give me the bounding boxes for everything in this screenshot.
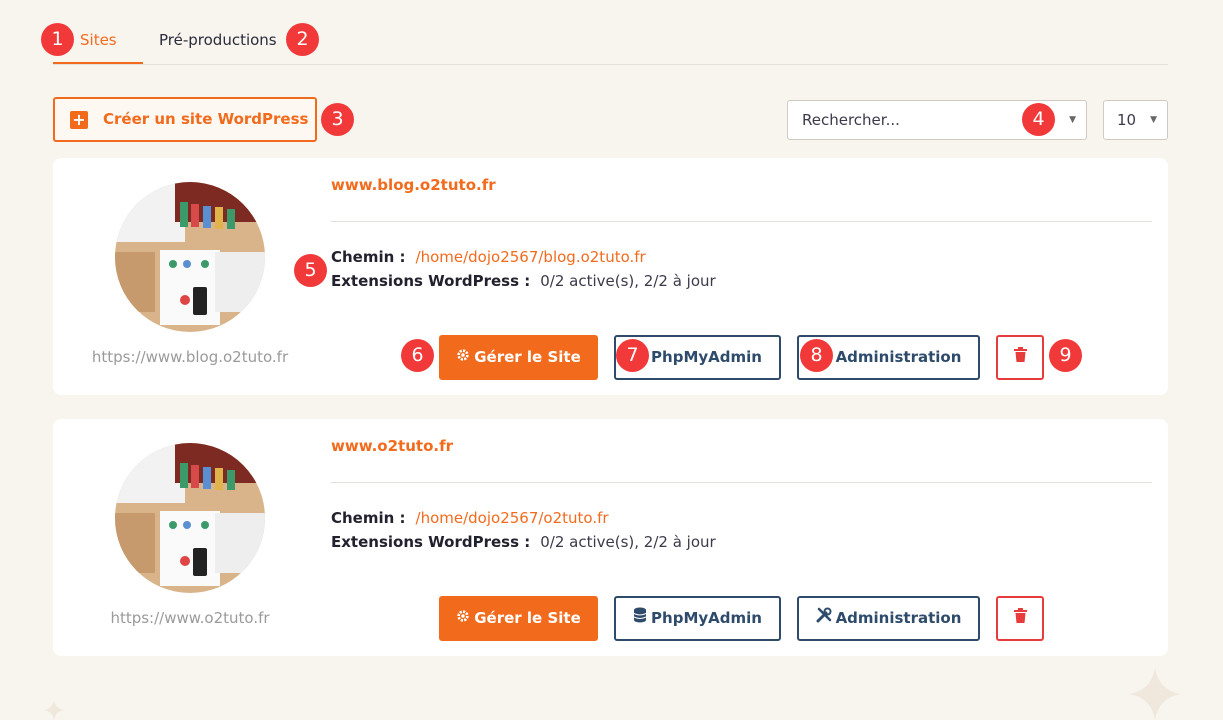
manage-site-button[interactable]: Gérer le Site bbox=[439, 335, 598, 380]
tab-preproductions[interactable]: Pré-productions bbox=[159, 22, 277, 64]
gear-icon bbox=[456, 598, 470, 639]
path-row: Chemin : /home/dojo2567/blog.o2tuto.fr bbox=[331, 248, 646, 266]
site-url: https://www.blog.o2tuto.fr bbox=[91, 348, 289, 366]
manage-site-button[interactable]: Gérer le Site bbox=[439, 596, 598, 641]
extensions-value: 0/2 active(s), 2/2 à jour bbox=[540, 272, 716, 290]
manage-site-label: Gérer le Site bbox=[474, 348, 581, 366]
phpmyadmin-button[interactable]: PhpMyAdmin bbox=[614, 596, 781, 641]
site-domain[interactable]: www.blog.o2tuto.fr bbox=[331, 176, 496, 194]
chevron-down-icon: ▼ bbox=[1150, 115, 1157, 125]
annotation-marker: 9 bbox=[1049, 339, 1082, 372]
tools-icon bbox=[816, 598, 832, 639]
manage-site-label: Gérer le Site bbox=[474, 609, 581, 627]
site-card: https://www.o2tuto.fr www.o2tuto.fr Chem… bbox=[53, 419, 1168, 656]
trash-icon bbox=[1013, 337, 1027, 378]
chevron-down-icon: ▼ bbox=[1069, 115, 1076, 125]
create-wordpress-site-button[interactable]: + Créer un site WordPress bbox=[53, 97, 317, 142]
delete-site-button[interactable] bbox=[996, 335, 1044, 380]
path-label: Chemin : bbox=[331, 509, 406, 527]
phpmyadmin-label: PhpMyAdmin bbox=[651, 609, 762, 627]
extensions-row: Extensions WordPress : 0/2 active(s), 2/2… bbox=[331, 272, 716, 290]
annotation-marker: 7 bbox=[616, 339, 649, 372]
tab-sites-label: Sites bbox=[80, 31, 117, 49]
annotation-marker: 5 bbox=[294, 254, 327, 287]
path-label: Chemin : bbox=[331, 248, 406, 266]
site-thumbnail bbox=[115, 182, 265, 332]
annotation-marker: 2 bbox=[286, 23, 319, 56]
plus-icon: + bbox=[70, 111, 88, 129]
sparkle-decoration bbox=[1129, 668, 1181, 720]
administration-label: Administration bbox=[835, 609, 962, 627]
extensions-label: Extensions WordPress : bbox=[331, 533, 531, 551]
annotation-marker: 1 bbox=[41, 23, 74, 56]
site-card: https://www.blog.o2tuto.fr www.blog.o2tu… bbox=[53, 158, 1168, 395]
tab-bar: Sites Pré-productions bbox=[53, 22, 1168, 65]
divider bbox=[331, 482, 1152, 483]
gear-icon bbox=[456, 337, 470, 378]
extensions-label: Extensions WordPress : bbox=[331, 272, 531, 290]
site-thumbnail bbox=[115, 443, 265, 593]
tab-preproductions-label: Pré-productions bbox=[159, 31, 277, 49]
phpmyadmin-label: PhpMyAdmin bbox=[651, 348, 762, 366]
path-row: Chemin : /home/dojo2567/o2tuto.fr bbox=[331, 509, 609, 527]
delete-site-button[interactable] bbox=[996, 596, 1044, 641]
sparkle-decoration bbox=[44, 700, 64, 720]
administration-button[interactable]: Administration bbox=[797, 596, 980, 641]
per-page-select[interactable]: 10 ▼ bbox=[1103, 100, 1168, 140]
trash-icon bbox=[1013, 598, 1027, 639]
annotation-marker: 8 bbox=[800, 339, 833, 372]
extensions-value: 0/2 active(s), 2/2 à jour bbox=[540, 533, 716, 551]
create-wordpress-site-label: Créer un site WordPress bbox=[103, 110, 309, 128]
annotation-marker: 6 bbox=[401, 339, 434, 372]
path-value: /home/dojo2567/blog.o2tuto.fr bbox=[415, 248, 646, 266]
administration-label: Administration bbox=[835, 348, 962, 366]
annotation-marker: 4 bbox=[1022, 103, 1055, 136]
divider bbox=[331, 221, 1152, 222]
annotation-marker: 3 bbox=[321, 103, 354, 136]
extensions-row: Extensions WordPress : 0/2 active(s), 2/2… bbox=[331, 533, 716, 551]
database-icon bbox=[633, 598, 647, 639]
search-placeholder: Rechercher... bbox=[802, 111, 900, 129]
per-page-value: 10 bbox=[1117, 111, 1137, 129]
path-value: /home/dojo2567/o2tuto.fr bbox=[415, 509, 609, 527]
site-domain[interactable]: www.o2tuto.fr bbox=[331, 437, 453, 455]
site-url: https://www.o2tuto.fr bbox=[110, 609, 270, 627]
